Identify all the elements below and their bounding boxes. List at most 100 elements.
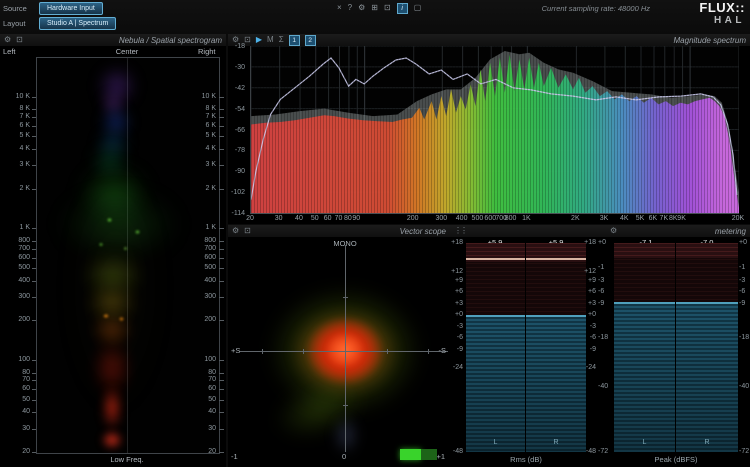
expand-icon[interactable]: ⊡ — [244, 36, 251, 44]
view-2-button[interactable]: 2 — [305, 35, 316, 46]
gear-icon[interactable]: ⚙ — [4, 36, 11, 44]
freq-tick — [32, 400, 36, 401]
freq-tick — [32, 297, 36, 298]
axis-tick — [262, 349, 263, 354]
meter-scale-label: -3 — [583, 323, 596, 330]
layout-preset-button[interactable]: Studio A | Spectrum — [39, 17, 116, 30]
freq-tick — [32, 360, 36, 361]
freq-tick — [219, 281, 224, 282]
expand-icon[interactable]: ⊡ — [16, 36, 23, 44]
freq-tick-label: 2 K — [2, 185, 30, 192]
freq-tick-label: 80 — [2, 369, 30, 376]
db-tick-label: -102 — [231, 189, 245, 196]
freq-tick-label: 300 — [2, 293, 30, 300]
freq-tick — [219, 452, 224, 453]
channel-label: R — [526, 439, 586, 446]
info-icon[interactable]: i — [397, 3, 408, 14]
meter-scale-label: -3 — [450, 323, 463, 330]
hardware-input-button[interactable]: Hardware Input — [39, 2, 103, 15]
meter-scale-label: -48 — [450, 448, 463, 455]
freq-tick — [32, 268, 36, 269]
freq-tick — [32, 117, 36, 118]
vector-scope-panel: ⚙ ⊡ Vector scope MONO +S -S -1 0 +1 — [228, 225, 450, 467]
nebula-header: ⚙ ⊡ Nebula / Spatial spectrogram — [0, 34, 226, 47]
meter-scale-label: +12 — [583, 268, 596, 275]
freq-tick-label: 100 — [2, 356, 30, 363]
meter-scale-label: -72 — [739, 448, 750, 455]
peak-caption: Peak (dBFS) — [614, 455, 738, 464]
db-tick-label: -66 — [235, 127, 245, 134]
freq-tick — [219, 400, 224, 401]
freq-tick-label: 3K — [600, 215, 609, 222]
freq-tick-label: 5 K — [196, 132, 216, 139]
freq-tick — [219, 189, 224, 190]
expand-icon[interactable]: ⊡ — [244, 227, 251, 235]
freq-tick-label: 800 — [2, 237, 30, 244]
freq-tick — [219, 228, 224, 229]
freq-tick-label: 30 — [275, 215, 283, 222]
mid-mode-icon[interactable]: M — [267, 36, 274, 44]
meter-scale-label: -48 — [583, 448, 596, 455]
settings-gear-icon[interactable]: ⚙ — [358, 4, 365, 12]
freq-tick-label: 5K — [636, 215, 645, 222]
freq-tick — [219, 241, 224, 242]
peak-meter-right: R — [676, 243, 738, 452]
freq-tick-label: 5 K — [2, 132, 30, 139]
freq-tick-label: 90 — [352, 215, 360, 222]
freq-tick-label: 60 — [196, 385, 216, 392]
freq-tick-label: 20 — [196, 448, 216, 455]
sum-mode-icon[interactable]: Σ — [279, 36, 284, 44]
meter-scale-label: +6 — [450, 288, 463, 295]
spatial-spectrogram-plot[interactable] — [36, 57, 220, 454]
gear-icon[interactable]: ⚙ — [232, 227, 239, 235]
peak-meter-left: L — [614, 243, 675, 452]
freq-tick — [32, 281, 36, 282]
low-freq-label: Low Freq. — [36, 455, 218, 464]
help-icon[interactable]: ? — [348, 4, 352, 12]
meter-scale-label: +12 — [450, 268, 463, 275]
grid-icon[interactable]: ⊞ — [371, 4, 378, 12]
freq-tick-label: 500 — [196, 264, 216, 271]
window-icon[interactable]: ▢ — [414, 4, 422, 12]
axis-tick — [343, 297, 348, 298]
magnitude-spectrum-plot[interactable] — [250, 46, 739, 214]
freq-tick-label: 20K — [732, 215, 744, 222]
meter-scale-label: +18 — [450, 239, 463, 246]
layout-label: Layout — [3, 19, 26, 28]
channel-left-label: Left — [3, 47, 16, 56]
fullscreen-icon[interactable]: ⊡ — [384, 4, 391, 12]
freq-tick-label: 7 K — [2, 113, 30, 120]
spectrum-db-scale: -18-30-42-54-66-78-90-102-114 — [228, 46, 247, 213]
freq-tick-label: 10 K — [196, 93, 216, 100]
nebula-title: Nebula / Spatial spectrogram — [119, 36, 222, 45]
meter-level-fill — [466, 315, 525, 452]
freq-tick-label: 30 — [2, 425, 30, 432]
freq-tick-label: 200 — [2, 316, 30, 323]
magnitude-spectrum-panel: ⚙ ⊡ ▶ M Σ 1 2 Magnitude spectrum -18-30-… — [228, 34, 750, 224]
vector-title: Vector scope — [400, 227, 446, 236]
scope-blue-glow — [333, 415, 359, 455]
spectrum-frequency-axis: 20304050607080902003004005006007008001K2… — [250, 215, 738, 224]
meter-level-fill — [676, 302, 738, 452]
metering-panel: ⋮⋮ ⚙ metering +5.9 +5.9 -7.1 -7.0 L R L — [450, 225, 750, 467]
freq-tick — [32, 389, 36, 390]
close-icon[interactable]: × — [337, 4, 342, 12]
freq-tick-label: 50 — [2, 396, 30, 403]
channel-label: L — [466, 439, 525, 446]
freq-tick-label: 300 — [435, 215, 447, 222]
view-1-button[interactable]: 1 — [289, 35, 300, 46]
freq-tick — [219, 136, 224, 137]
play-icon[interactable]: ▶ — [256, 36, 262, 44]
freq-tick-label: 600 — [2, 254, 30, 261]
channel-right-label: Right — [198, 47, 216, 56]
meter-scale-label: +3 — [583, 300, 596, 307]
rms-scale: +18+12+9+6+3+0-3-6-9-24-48 — [583, 225, 596, 467]
scope-horizontal-axis — [240, 351, 448, 352]
freq-tick — [32, 429, 36, 430]
flux-wordmark: FLUX:: — [699, 1, 745, 14]
freq-tick — [32, 241, 36, 242]
meter-peak-line — [466, 258, 525, 260]
freq-tick-label: 70 — [196, 376, 216, 383]
channel-label: R — [676, 439, 738, 446]
meter-red-zone — [676, 243, 738, 302]
